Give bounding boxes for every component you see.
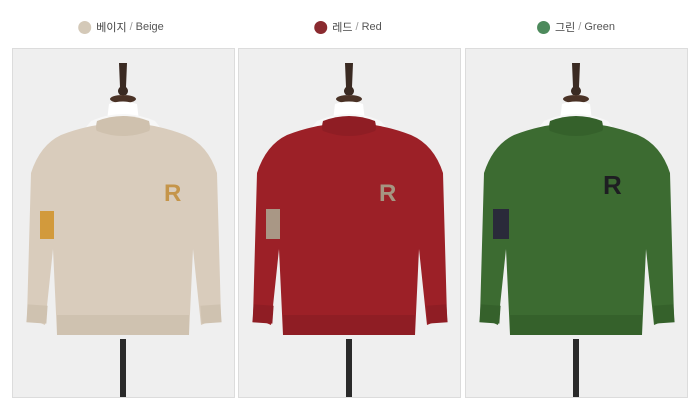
swatch-label-en: Green — [584, 21, 615, 33]
product-card-red[interactable]: R — [238, 48, 461, 398]
swatch-red[interactable]: 레드 / Red — [314, 17, 382, 37]
swatch-label-ko: 그린 — [555, 22, 576, 34]
swatch-separator: / — [578, 21, 582, 33]
sweater-letter: R — [603, 170, 622, 200]
color-swatch-row: 베이지 / Beige 레드 / Red 그린 / Green — [0, 17, 700, 37]
swatch-label-ko: 베이지 — [96, 22, 127, 34]
color-dot-icon — [78, 20, 92, 34]
sweater-letter: R — [379, 180, 396, 207]
color-dot-icon — [537, 20, 551, 34]
sweater-green-image: R — [479, 63, 675, 397]
swatch-label-en: Red — [361, 21, 382, 33]
color-options-page: 베이지 / Beige 레드 / Red 그린 / Green R R R — [0, 0, 700, 410]
product-card-green[interactable]: R — [465, 48, 688, 398]
swatch-separator: / — [355, 21, 359, 33]
swatch-green[interactable]: 그린 / Green — [537, 17, 615, 37]
product-card-beige[interactable]: R — [12, 48, 235, 398]
swatch-label-en: Beige — [135, 21, 164, 33]
swatch-separator: / — [129, 21, 133, 33]
sweater-letter: R — [164, 180, 181, 207]
swatch-beige[interactable]: 베이지 / Beige — [78, 17, 164, 37]
swatch-label-ko: 레드 — [332, 22, 353, 34]
sweater-red-image: R — [252, 63, 448, 397]
color-dot-icon — [314, 20, 328, 34]
sweater-beige-image: R — [26, 63, 222, 397]
